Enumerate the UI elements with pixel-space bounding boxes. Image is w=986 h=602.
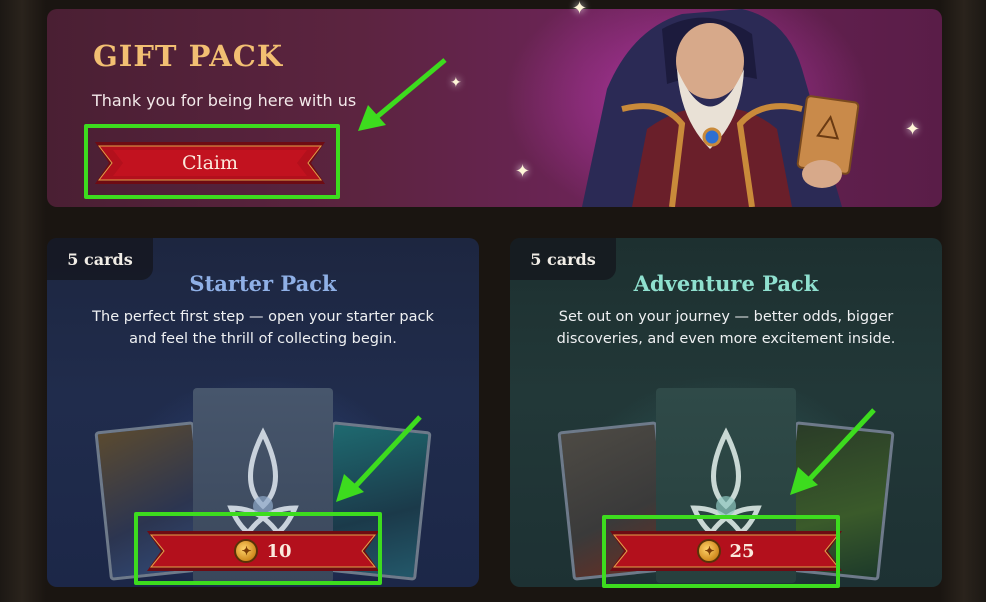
ribbon-button-bg xyxy=(147,528,379,574)
ribbon-button-bg xyxy=(610,528,842,574)
buy-starter-pack-button[interactable]: ✦ 10 xyxy=(147,528,379,574)
claim-button[interactable]: Claim xyxy=(95,138,325,188)
pack-title: Starter Pack xyxy=(189,271,337,296)
claim-button-label: Claim xyxy=(181,152,239,174)
wizard-illustration xyxy=(582,9,860,207)
gift-pack-banner: GIFT PACK Thank you for being here with … xyxy=(47,9,942,207)
pack-description: The perfect first step — open your start… xyxy=(92,309,434,347)
sparkle-icon: ✦ xyxy=(905,119,921,140)
pack-price: 10 xyxy=(266,540,292,562)
gift-pack-title: GIFT PACK xyxy=(93,39,284,73)
sparkle-icon: ✦ xyxy=(515,161,531,182)
pack-price: 25 xyxy=(729,540,755,562)
adventure-pack-card[interactable]: 5 cards Adventure Pack Set out on your j… xyxy=(510,238,942,587)
pack-title: Adventure Pack xyxy=(633,271,819,296)
sparkle-icon: ✦ xyxy=(450,75,462,91)
starter-pack-card[interactable]: 5 cards Starter Pack The perfect first s… xyxy=(47,238,479,587)
pack-description: Set out on your journey — better odds, b… xyxy=(556,309,896,347)
sparkle-icon: ✦ xyxy=(572,0,588,19)
gift-pack-subtitle: Thank you for being here with us xyxy=(92,91,357,110)
buy-adventure-pack-button[interactable]: ✦ 25 xyxy=(610,528,842,574)
